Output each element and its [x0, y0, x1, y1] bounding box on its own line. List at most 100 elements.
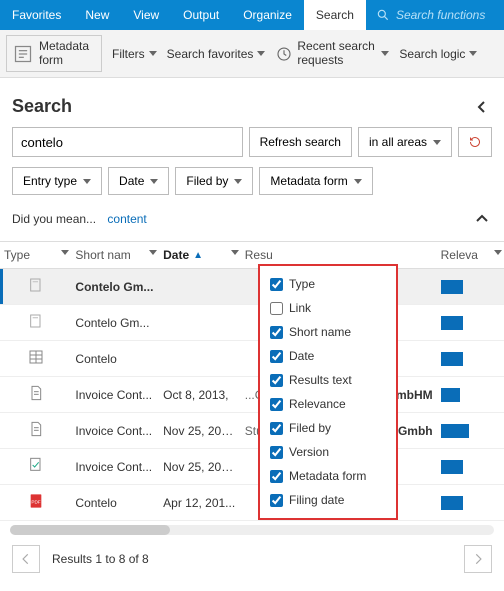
toolbar-search-favorites[interactable]: Search favorites: [167, 47, 266, 61]
column-checkbox[interactable]: [270, 422, 283, 435]
toolbar-filters[interactable]: Filters: [112, 47, 157, 61]
chevron-down-icon: [433, 140, 441, 145]
column-checkbox[interactable]: [270, 398, 283, 411]
collapse-button[interactable]: [472, 97, 492, 117]
table-row[interactable]: Invoice Cont...Oct 8, 2013,...GmbHo GmbH…: [0, 377, 504, 413]
doc-icon: [28, 313, 44, 329]
filter-date-label: Date: [119, 174, 144, 188]
sort-asc-icon: ▲: [193, 250, 203, 261]
table-row[interactable]: Contelo Gm...: [0, 305, 504, 341]
column-checkbox[interactable]: [270, 446, 283, 459]
col-relevance[interactable]: Releva: [437, 242, 504, 269]
column-checkbox[interactable]: [270, 374, 283, 387]
cell-relevance: [437, 413, 504, 449]
chevron-down-icon: [83, 179, 91, 184]
arrow-right-icon: [471, 552, 485, 566]
chevron-down-icon[interactable]: [231, 250, 239, 255]
doc-icon: [28, 349, 44, 365]
chevron-down-icon[interactable]: [61, 250, 69, 255]
column-checkbox[interactable]: [270, 350, 283, 363]
column-option[interactable]: Type: [264, 272, 392, 296]
chevron-down-icon[interactable]: [494, 250, 502, 255]
menu-view[interactable]: View: [121, 0, 171, 30]
chevron-up-icon: [475, 214, 489, 224]
scrollbar-thumb[interactable]: [10, 525, 170, 535]
section-header: Search: [0, 78, 504, 127]
menubar: Favorites New View Output Organize Searc…: [0, 0, 504, 30]
did-you-mean: Did you mean... content: [0, 209, 504, 241]
column-option[interactable]: Filing date: [264, 488, 392, 512]
filter-entry-type[interactable]: Entry type: [12, 167, 102, 195]
col-type-label: Type: [4, 248, 30, 262]
cell-shortname: Contelo Gm...: [71, 305, 159, 341]
menu-output[interactable]: Output: [171, 0, 231, 30]
column-checkbox[interactable]: [270, 326, 283, 339]
chevron-down-icon: [354, 179, 362, 184]
prev-page-button[interactable]: [12, 545, 40, 573]
col-type[interactable]: Type: [0, 242, 71, 269]
reset-button[interactable]: [458, 127, 492, 157]
column-option-label: Version: [289, 445, 329, 459]
menu-favorites[interactable]: Favorites: [0, 0, 73, 30]
history-icon: [275, 45, 293, 63]
toolbar-recent[interactable]: Recent search requests: [275, 40, 389, 66]
column-option[interactable]: Results text: [264, 368, 392, 392]
toolbar-metadata-label: Metadata form: [39, 40, 95, 66]
svg-text:PDF: PDF: [31, 500, 40, 505]
column-option[interactable]: Relevance: [264, 392, 392, 416]
chevron-down-icon: [257, 51, 265, 56]
horizontal-scrollbar[interactable]: [10, 525, 494, 535]
chevron-down-icon[interactable]: [149, 250, 157, 255]
column-option-label: Short name: [289, 325, 351, 339]
column-checkbox[interactable]: [270, 278, 283, 291]
menu-organize[interactable]: Organize: [231, 0, 304, 30]
search-functions-label: Search functions: [396, 8, 485, 22]
table-row[interactable]: Contelo Gm...: [0, 269, 504, 305]
toolbar-metadata-form[interactable]: Metadata form: [6, 35, 102, 71]
table-row[interactable]: Invoice Cont...Nov 25, 201...Stuttgalo G…: [0, 413, 504, 449]
column-option[interactable]: Short name: [264, 320, 392, 344]
menu-search[interactable]: Search: [304, 0, 366, 30]
table-row[interactable]: Contelo: [0, 341, 504, 377]
column-option-label: Relevance: [289, 397, 346, 411]
cell-relevance: [437, 269, 504, 305]
toolbar-logic-label: Search logic: [399, 47, 465, 61]
column-picker[interactable]: Type Link Short name DateResults text Releva…: [258, 264, 398, 520]
dym-suggestion[interactable]: content: [107, 212, 146, 226]
column-option[interactable]: Filed by: [264, 416, 392, 440]
pager-text: Results 1 to 8 of 8: [40, 552, 464, 566]
col-shortname[interactable]: Short nam: [71, 242, 159, 269]
column-checkbox[interactable]: [270, 470, 283, 483]
cell-shortname: Contelo: [71, 341, 159, 377]
column-option[interactable]: Link: [264, 296, 392, 320]
filter-date[interactable]: Date: [108, 167, 169, 195]
collapse-results-button[interactable]: [472, 209, 492, 229]
scope-select[interactable]: in all areas: [358, 127, 452, 157]
menu-new[interactable]: New: [73, 0, 121, 30]
search-row: Refresh search in all areas: [0, 127, 504, 167]
filter-metadata-form[interactable]: Metadata form: [259, 167, 372, 195]
filter-filed-by[interactable]: Filed by: [175, 167, 253, 195]
column-option-label: Type: [289, 277, 315, 291]
column-option[interactable]: Version: [264, 440, 392, 464]
cell-date: [159, 269, 241, 305]
search-input[interactable]: [12, 127, 243, 157]
col-rel-label: Releva: [441, 248, 478, 262]
doc-icon: [28, 277, 44, 293]
table-row[interactable]: PDFConteloApr 12, 201...: [0, 485, 504, 521]
search-functions[interactable]: Search functions: [366, 8, 485, 22]
next-page-button[interactable]: [464, 545, 492, 573]
toolbar-favs-label: Search favorites: [167, 47, 254, 61]
filter-filedby-label: Filed by: [186, 174, 228, 188]
column-option[interactable]: Date: [264, 344, 392, 368]
cell-date: Nov 25, 201...: [159, 413, 241, 449]
col-date[interactable]: Date▲: [159, 242, 241, 269]
search-icon: [376, 8, 390, 22]
column-option[interactable]: Metadata form: [264, 464, 392, 488]
column-checkbox[interactable]: [270, 494, 283, 507]
chevron-down-icon: [150, 179, 158, 184]
refresh-search-button[interactable]: Refresh search: [249, 127, 352, 157]
table-row[interactable]: Invoice Cont...Nov 25, 201...: [0, 449, 504, 485]
column-checkbox[interactable]: [270, 302, 283, 315]
toolbar-search-logic[interactable]: Search logic: [399, 47, 477, 61]
